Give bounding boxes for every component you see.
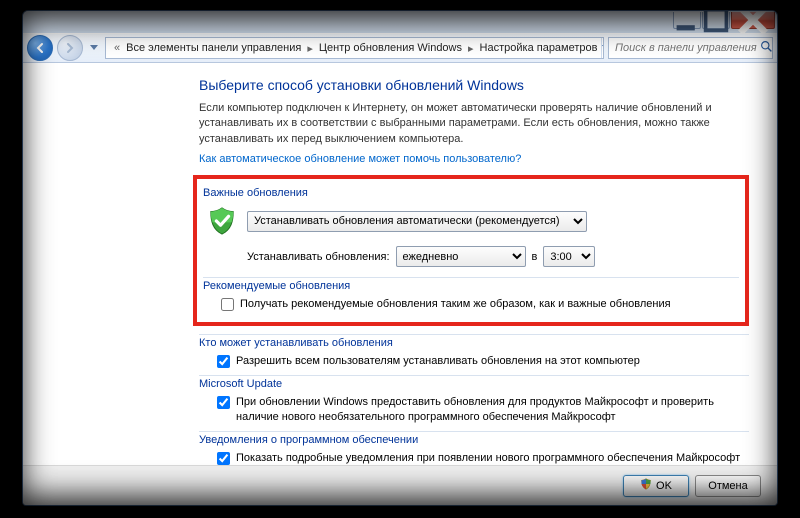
window-controls	[673, 12, 775, 29]
dialog-button-bar: OK Отмена	[23, 465, 777, 505]
recommended-checkbox[interactable]	[221, 298, 234, 311]
msupdate-checkbox-row[interactable]: При обновлении Windows предоставить обно…	[199, 393, 749, 427]
who-checkbox[interactable]	[217, 355, 230, 368]
frequency-select[interactable]: ежедневно	[396, 246, 526, 267]
search-input[interactable]	[613, 41, 760, 55]
msupdate-checkbox[interactable]	[217, 396, 230, 409]
section-important-updates: Важные обновления	[203, 185, 739, 202]
schedule-row: Устанавливать обновления: ежедневно в 3:…	[203, 246, 739, 273]
highlighted-region: Важные обновления Устанавливать обновлен…	[193, 175, 749, 326]
chevron-right-icon: ▸	[466, 42, 476, 55]
msupdate-checkbox-label: При обновлении Windows предоставить обно…	[236, 395, 749, 425]
breadcrumb-segment[interactable]: Настройка параметров	[476, 42, 602, 54]
update-mode-row: Устанавливать обновления автоматически (…	[203, 202, 739, 246]
chevron-left-icon: «	[112, 42, 122, 54]
page-title: Выберите способ установки обновлений Win…	[199, 77, 749, 93]
update-mode-select[interactable]: Устанавливать обновления автоматически (…	[247, 211, 587, 232]
who-checkbox-label: Разрешить всем пользователям устанавлива…	[236, 354, 640, 369]
notify-checkbox-label: Показать подробные уведомления при появл…	[236, 451, 740, 465]
section-who-installs: Кто может устанавливать обновления	[199, 334, 749, 352]
nav-back-button[interactable]	[27, 35, 53, 61]
left-pane	[23, 63, 191, 465]
section-software-notify: Уведомления о программном обеспечении	[199, 431, 749, 449]
breadcrumb-segment[interactable]: Центр обновления Windows	[315, 42, 466, 54]
shield-check-icon	[207, 206, 237, 236]
nav-history-dropdown[interactable]	[87, 37, 101, 59]
breadcrumb-dropdown[interactable]	[601, 38, 604, 58]
notify-checkbox-row[interactable]: Показать подробные уведомления при появл…	[199, 449, 749, 465]
address-breadcrumb[interactable]: « Все элементы панели управления ▸ Центр…	[105, 37, 604, 59]
content-area: Выберите способ установки обновлений Win…	[23, 63, 777, 465]
cancel-button-label: Отмена	[708, 480, 747, 492]
breadcrumb-segment[interactable]: Все элементы панели управления	[122, 42, 305, 54]
section-recommended-updates: Рекомендуемые обновления	[203, 277, 739, 295]
recommended-checkbox-row[interactable]: Получать рекомендуемые обновления таким …	[203, 295, 739, 314]
help-link[interactable]: Как автоматическое обновление может помо…	[199, 153, 521, 165]
shield-small-icon	[640, 478, 652, 493]
search-icon	[760, 40, 773, 56]
schedule-label: Устанавливать обновления:	[247, 251, 390, 263]
who-checkbox-row[interactable]: Разрешить всем пользователям устанавлива…	[199, 352, 749, 371]
control-panel-window: « Все элементы панели управления ▸ Центр…	[22, 10, 778, 506]
ok-button-label: OK	[656, 480, 672, 492]
recommended-checkbox-label: Получать рекомендуемые обновления таким …	[240, 297, 671, 312]
nav-toolbar: « Все элементы панели управления ▸ Центр…	[23, 33, 777, 63]
ok-button[interactable]: OK	[623, 475, 689, 497]
close-button[interactable]	[731, 12, 775, 29]
search-box[interactable]	[608, 37, 773, 59]
time-select[interactable]: 3:00	[543, 246, 595, 267]
maximize-button[interactable]	[702, 12, 730, 29]
cancel-button[interactable]: Отмена	[695, 475, 761, 497]
chevron-right-icon: ▸	[305, 42, 315, 55]
page-intro: Если компьютер подключен к Интернету, он…	[199, 101, 749, 147]
minimize-button[interactable]	[673, 12, 701, 29]
nav-forward-button[interactable]	[57, 35, 83, 61]
main-content: Выберите способ установки обновлений Win…	[191, 63, 777, 465]
schedule-at-label: в	[532, 251, 538, 263]
notify-checkbox[interactable]	[217, 452, 230, 465]
section-ms-update: Microsoft Update	[199, 375, 749, 393]
titlebar	[23, 11, 777, 33]
